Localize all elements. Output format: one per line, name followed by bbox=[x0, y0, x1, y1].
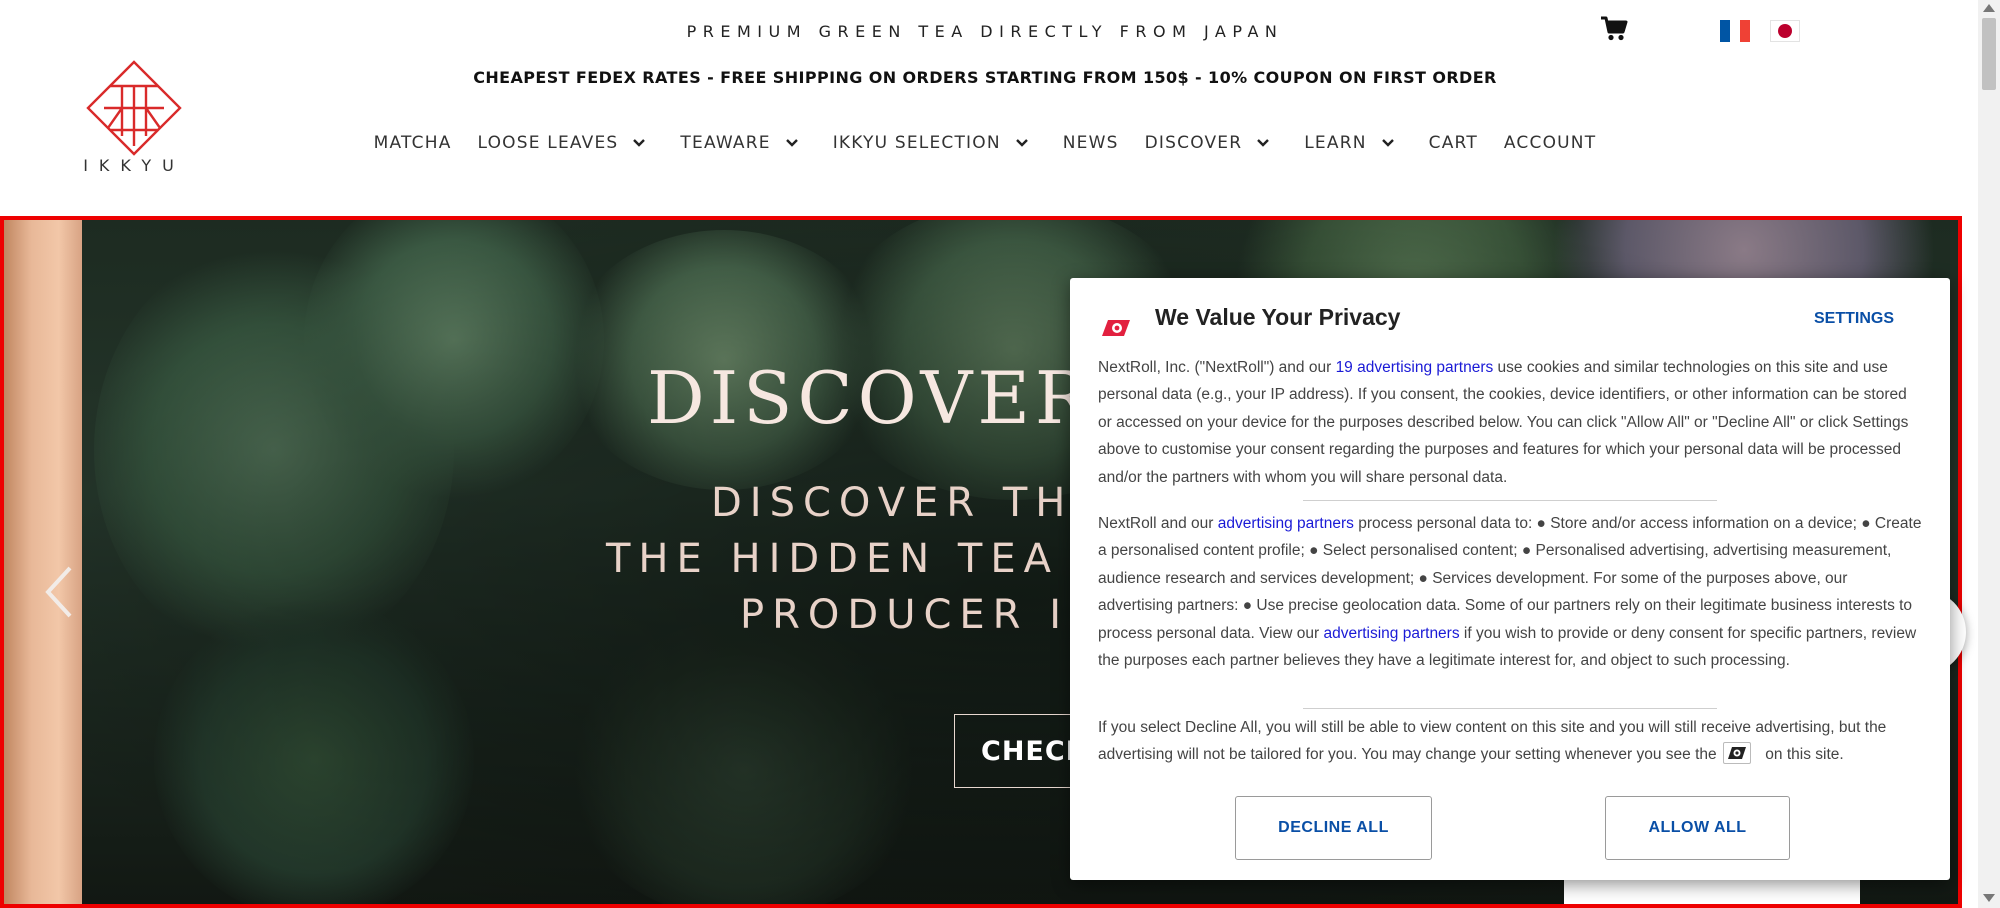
consent-paragraph-2: NextRoll and our advertising partners pr… bbox=[1098, 510, 1924, 674]
nav-item-account[interactable]: ACCOUNT bbox=[1504, 133, 1596, 153]
consent-paragraph-3: If you select Decline All, you will stil… bbox=[1098, 714, 1924, 769]
nav-label: MATCHA bbox=[373, 133, 452, 153]
scrollbar-thumb[interactable] bbox=[1982, 18, 1996, 90]
hero-subtitle-line: THE HIDDEN TEA bbox=[606, 536, 1059, 582]
scroll-up-arrow-icon[interactable] bbox=[1983, 4, 1995, 12]
nextroll-settings-icon[interactable] bbox=[1722, 742, 1751, 765]
nav-item-learn[interactable]: LEARN bbox=[1304, 133, 1402, 153]
france-flag-icon[interactable] bbox=[1720, 20, 1750, 42]
shopping-cart-icon[interactable] bbox=[1600, 16, 1628, 42]
chevron-down-icon bbox=[1257, 139, 1270, 147]
nav-label: ACCOUNT bbox=[1503, 133, 1597, 153]
chevron-left-icon[interactable] bbox=[40, 562, 80, 622]
hero-subtitle-line: DISCOVER TH bbox=[711, 480, 1074, 526]
paragraph-text: use cookies and similar technologies on … bbox=[1098, 359, 1909, 486]
divider bbox=[1303, 500, 1717, 501]
page-scrollbar[interactable] bbox=[1978, 0, 2000, 908]
nav-label: LOOSE LEAVES bbox=[477, 133, 619, 153]
nav-item-cart[interactable]: CART bbox=[1429, 133, 1478, 153]
chevron-down-icon bbox=[1381, 139, 1394, 147]
settings-link[interactable]: SETTINGS bbox=[1814, 310, 1894, 328]
chevron-down-icon bbox=[1015, 139, 1028, 147]
shipping-promo-banner: CHEAPEST FEDEX RATES - FREE SHIPPING ON … bbox=[473, 68, 1497, 87]
logo-wordmark: IKKYU bbox=[83, 156, 185, 175]
dialog-title: We Value Your Privacy bbox=[1155, 304, 1401, 330]
advertising-partners-link[interactable]: advertising partners bbox=[1323, 625, 1459, 642]
main-navigation: MATCHA LOOSE LEAVES TEAWARE IKKYU SELECT… bbox=[0, 133, 1970, 153]
japan-flag-icon[interactable] bbox=[1770, 20, 1800, 42]
chevron-down-icon bbox=[785, 139, 798, 147]
divider bbox=[1303, 708, 1717, 709]
chevron-down-icon bbox=[633, 139, 646, 147]
paragraph-text: NextRoll, Inc. ("NextRoll") and our bbox=[1098, 359, 1336, 376]
paragraph-text: NextRoll and our bbox=[1098, 515, 1218, 532]
paragraph-text: on this site. bbox=[1760, 746, 1844, 764]
nextroll-logo-icon bbox=[1102, 320, 1130, 336]
nav-label: NEWS bbox=[1062, 133, 1119, 153]
paragraph-text: process personal data to: ● Store and/or… bbox=[1098, 515, 1922, 642]
advertising-partners-link[interactable]: 19 advertising partners bbox=[1336, 359, 1494, 376]
nav-label: IKKYU SELECTION bbox=[832, 133, 1001, 153]
nav-label: LEARN bbox=[1304, 133, 1367, 153]
privacy-consent-dialog: We Value Your Privacy SETTINGS NextRoll,… bbox=[1070, 278, 1950, 880]
decline-all-button[interactable]: DECLINE ALL bbox=[1235, 796, 1432, 860]
hero-title: DISCOVER bbox=[647, 356, 1095, 440]
nav-label: TEAWARE bbox=[680, 133, 771, 153]
nav-item-teaware[interactable]: TEAWARE bbox=[680, 133, 806, 153]
site-tagline: PREMIUM GREEN TEA DIRECTLY FROM JAPAN bbox=[686, 22, 1284, 41]
advertising-partners-link[interactable]: advertising partners bbox=[1218, 515, 1354, 532]
scroll-down-arrow-icon[interactable] bbox=[1983, 894, 1995, 902]
nav-item-loose-leaves[interactable]: LOOSE LEAVES bbox=[478, 133, 655, 153]
nav-item-ikkyu-selection[interactable]: IKKYU SELECTION bbox=[833, 133, 1037, 153]
nav-label: CART bbox=[1428, 133, 1478, 153]
nav-item-discover[interactable]: DISCOVER bbox=[1145, 133, 1279, 153]
allow-all-button[interactable]: ALLOW ALL bbox=[1605, 796, 1790, 860]
nav-item-matcha[interactable]: MATCHA bbox=[374, 133, 452, 153]
hero-subtitle-line: PRODUCER IN bbox=[740, 592, 1107, 638]
nav-label: DISCOVER bbox=[1144, 133, 1243, 153]
nav-item-news[interactable]: NEWS bbox=[1063, 133, 1119, 153]
consent-paragraph-1: NextRoll, Inc. ("NextRoll") and our 19 a… bbox=[1098, 354, 1924, 491]
